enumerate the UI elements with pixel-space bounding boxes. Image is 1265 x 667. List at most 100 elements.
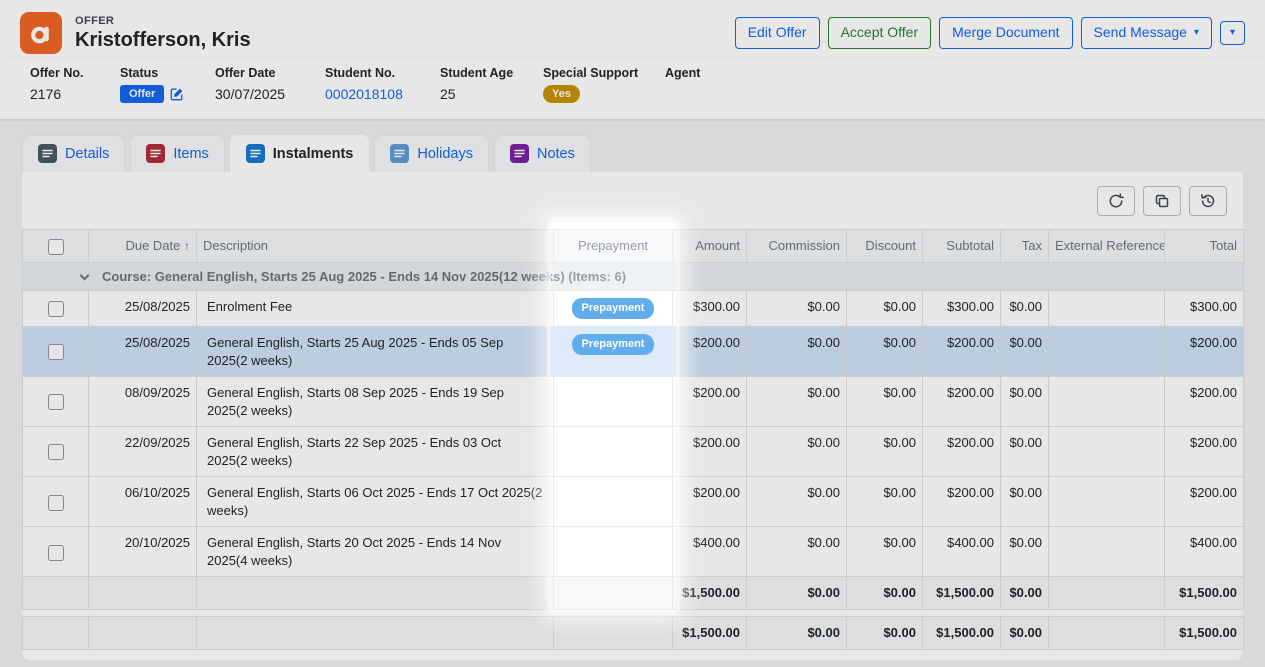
cell-external-reference [1049,427,1165,477]
row-select-cell [23,527,89,577]
edit-offer-button[interactable]: Edit Offer [735,17,820,49]
field-label: Offer Date [215,66,325,80]
column-header-discount[interactable]: Discount [847,230,923,263]
cell-tax: $0.00 [1001,326,1049,376]
column-header-tax[interactable]: Tax [1001,230,1049,263]
row-select-cell [23,427,89,477]
group-total-external-reference [1049,577,1165,610]
cell-amount: $200.00 [673,377,747,427]
sort-asc-icon: ↑ [184,239,190,253]
offer-info-row: Offer No. 2176 Status Offer Offer Date 3… [0,58,1265,119]
cell-external-reference [1049,527,1165,577]
table-row: 25/08/2025 Enrolment Fee Prepayment $300… [23,291,1244,327]
cell-subtotal: $400.00 [923,527,1001,577]
grand-total-total: $1,500.00 [1165,616,1244,649]
field-value: 30/07/2025 [215,85,325,102]
column-header-total[interactable]: Total [1165,230,1244,263]
row-checkbox[interactable] [48,301,64,317]
tab-details[interactable]: Details [22,135,125,172]
grand-total-external-reference [1049,616,1165,649]
grand-total-discount: $0.00 [847,616,923,649]
grand-total-table: $1,500.00 $0.00 $0.00 $1,500.00 $0.00 $1… [22,616,1244,650]
more-actions-button[interactable]: ▾ [1220,21,1245,45]
cell-due-date: 20/10/2025 [89,527,197,577]
cell-description: Enrolment Fee [197,291,554,327]
row-checkbox[interactable] [48,344,64,360]
caret-down-icon: ▾ [1230,28,1235,38]
row-checkbox[interactable] [48,394,64,410]
merge-document-button[interactable]: Merge Document [939,17,1072,49]
column-header-amount[interactable]: Amount [673,230,747,263]
student-no-link[interactable]: 0002018108 [325,86,403,102]
cell-discount: $0.00 [847,326,923,376]
column-header-subtotal[interactable]: Subtotal [923,230,1001,263]
cell-subtotal: $300.00 [923,291,1001,327]
cell-commission: $0.00 [747,377,847,427]
column-header-due-date[interactable]: Due Date ↑ [89,230,197,263]
refresh-button[interactable] [1097,186,1135,216]
field-value: 25 [440,85,543,102]
tab-items[interactable]: Items [130,135,224,172]
cell-external-reference [1049,477,1165,527]
cell-discount: $0.00 [847,377,923,427]
cell-description: General English, Starts 08 Sep 2025 - En… [197,377,554,427]
tab-holidays[interactable]: Holidays [374,135,489,172]
send-message-button[interactable]: Send Message ▾ [1081,17,1212,49]
cell-external-reference [1049,326,1165,376]
table-row-selected: 25/08/2025 General English, Starts 25 Au… [23,326,1244,376]
copy-button[interactable] [1143,186,1181,216]
cell-due-date: 08/09/2025 [89,377,197,427]
cell-total: $200.00 [1165,377,1244,427]
cell-empty [23,577,89,610]
holidays-icon [390,144,409,163]
header-actions: Edit Offer Accept Offer Merge Document S… [735,17,1245,49]
cell-discount: $0.00 [847,527,923,577]
cell-tax: $0.00 [1001,291,1049,327]
row-select-cell [23,326,89,376]
cell-empty [197,616,554,649]
field-offer-no: Offer No. 2176 [30,66,120,102]
status-badge: Offer [120,85,164,103]
edit-status-button[interactable] [170,87,184,101]
row-checkbox[interactable] [48,545,64,561]
tab-instalments[interactable]: Instalments [230,135,370,172]
chevron-down-icon[interactable] [80,270,90,280]
group-total-amount: $1,500.00 [673,577,747,610]
cell-tax: $0.00 [1001,527,1049,577]
select-all-checkbox[interactable] [48,239,64,255]
cell-description: General English, Starts 22 Sep 2025 - En… [197,427,554,477]
column-header-external-reference[interactable]: External Reference [1049,230,1165,263]
group-row: Course: General English, Starts 25 Aug 2… [23,262,1244,291]
column-header-commission[interactable]: Commission [747,230,847,263]
accept-offer-button[interactable]: Accept Offer [828,17,932,49]
field-label: Student Age [440,66,543,80]
column-header-select [23,230,89,263]
table-row: 20/10/2025 General English, Starts 20 Oc… [23,527,1244,577]
details-icon [38,144,57,163]
field-student-age: Student Age 25 [440,66,543,102]
cell-due-date: 25/08/2025 [89,291,197,327]
history-icon [1200,193,1216,209]
row-checkbox[interactable] [48,495,64,511]
column-header-description[interactable]: Description [197,230,554,263]
row-checkbox[interactable] [48,444,64,460]
tab-notes[interactable]: Notes [494,135,591,172]
column-header-prepayment[interactable]: Prepayment [554,230,673,263]
history-button[interactable] [1189,186,1227,216]
notes-icon [510,144,529,163]
app-logo [20,12,62,54]
tab-bar: Details Items Instalments Holidays Notes [22,135,1265,172]
cell-subtotal: $200.00 [923,477,1001,527]
field-agent: Agent [665,66,1245,102]
field-value [665,85,1245,102]
refresh-icon [1108,193,1124,209]
app-logo-icon [28,20,55,47]
cell-prepayment [554,427,673,477]
group-total-total: $1,500.00 [1165,577,1244,610]
copy-icon [1154,193,1170,209]
cell-tax: $0.00 [1001,427,1049,477]
instalments-icon [246,144,265,163]
tab-label: Details [65,146,109,162]
cell-tax: $0.00 [1001,477,1049,527]
cell-amount: $200.00 [673,427,747,477]
